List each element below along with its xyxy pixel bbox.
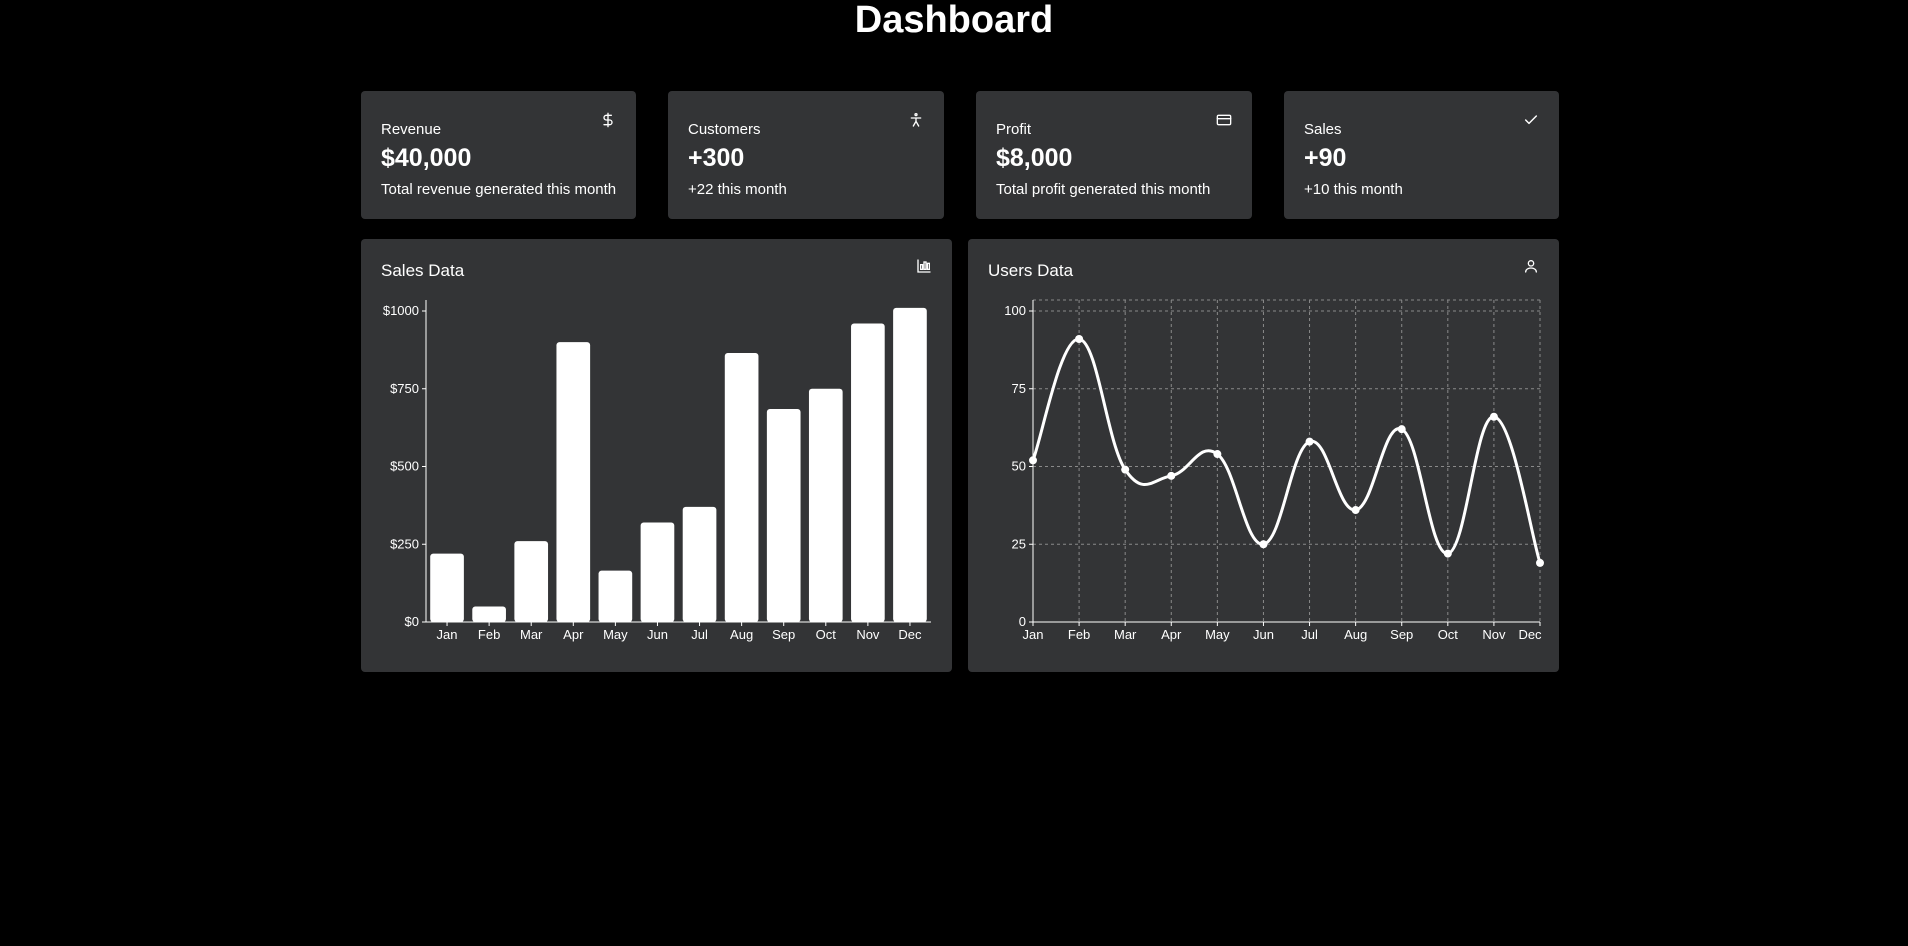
series-line (1031, 337, 1542, 564)
x-tick-label: Dec (1518, 627, 1542, 642)
x-tick-label: Oct (816, 627, 837, 642)
bar (472, 606, 506, 622)
customers-card: Customers +300 +22 this month (668, 91, 944, 219)
x-tick-label: Jun (647, 627, 668, 642)
y-tick-label: $0 (405, 614, 419, 629)
sales-card: Sales +90 +10 this month (1284, 91, 1559, 219)
bar (682, 506, 717, 622)
x-tick-label: Nov (856, 627, 880, 642)
x-tick-label: Oct (1438, 627, 1459, 642)
sales-bar-chart: $0 $250 $500 $750 $1000 Jan Feb Mar Apr May Jun Jul… (383, 300, 931, 642)
y-tick-label: 25 (1012, 536, 1026, 551)
card-title: Profit (996, 121, 1032, 138)
x-tick-label: Mar (1114, 627, 1137, 642)
x-tick-label: Apr (563, 627, 584, 642)
x-tick-label: Jan (437, 627, 458, 642)
card-value: +90 (1304, 144, 1347, 172)
x-tick-label: Jan (1023, 627, 1044, 642)
accessibility-icon (910, 113, 922, 127)
bar (598, 570, 633, 622)
bar (430, 553, 464, 622)
credit-card-icon (1216, 114, 1232, 126)
card-title: Sales (1304, 121, 1342, 138)
users-data-panel: Users Data 0 25 50 75 100 Jan Feb Mar Apr May Jun J… (968, 239, 1559, 672)
data-point (1489, 412, 1498, 421)
bar (893, 307, 927, 622)
y-tick-label: 75 (1012, 381, 1026, 396)
data-point (1167, 471, 1176, 480)
revenue-card: Revenue $40,000 Total revenue generated … (361, 91, 636, 219)
bar (640, 522, 675, 622)
data-point (1443, 549, 1452, 558)
card-subtext: +10 this month (1304, 181, 1403, 198)
check-icon (1524, 115, 1538, 125)
data-point (1351, 506, 1360, 515)
page-title: Dashboard (854, 0, 1054, 41)
profit-card: Profit $8,000 Total profit generated thi… (976, 91, 1252, 219)
y-tick-label: 100 (1004, 303, 1026, 318)
x-tick-label: Aug (1344, 627, 1367, 642)
x-tick-label: Jul (691, 627, 708, 642)
card-title: Customers (688, 121, 761, 138)
data-point (1536, 558, 1544, 567)
data-point (1121, 465, 1130, 474)
card-title: Revenue (381, 121, 442, 138)
users-line-chart: 0255075100Jan Feb Mar Apr May Jun Jul Aug Sep Oct… (1004, 299, 1544, 642)
bar (851, 323, 885, 622)
x-tick-label: Nov (1482, 627, 1506, 642)
x-tick-label: Jul (1301, 627, 1318, 642)
card-subtext: Total profit generated this month (996, 181, 1211, 198)
y-tick-label: $1000 (383, 303, 419, 318)
card-value: $40,000 (381, 144, 472, 172)
data-point (1259, 540, 1268, 549)
data-point (1075, 334, 1084, 343)
bar (556, 342, 591, 622)
data-point (1305, 437, 1314, 446)
y-tick-label: $250 (390, 536, 419, 551)
card-value: +300 (688, 144, 745, 172)
card-subtext: +22 this month (688, 181, 787, 198)
x-tick-label: Dec (898, 627, 922, 642)
y-tick-label: 50 (1012, 459, 1026, 474)
data-point (1029, 456, 1037, 465)
card-value: $8,000 (996, 144, 1073, 172)
x-tick-label: Feb (478, 627, 500, 642)
x-tick-label: Feb (1068, 627, 1090, 642)
card-subtext: Total revenue generated this month (381, 181, 617, 198)
x-tick-label: Jun (1253, 627, 1274, 642)
bar (766, 408, 801, 622)
bar (724, 352, 759, 622)
x-tick-label: May (603, 627, 628, 642)
y-tick-label: $750 (390, 381, 419, 396)
bar (514, 541, 549, 622)
dollar-icon (603, 112, 613, 128)
data-point (1397, 425, 1406, 434)
x-tick-label: Sep (772, 627, 795, 642)
x-tick-label: May (1205, 627, 1230, 642)
bar (808, 388, 843, 622)
y-tick-label: $500 (390, 459, 419, 474)
x-tick-label: Mar (520, 627, 543, 642)
x-tick-label: Sep (1390, 627, 1413, 642)
x-tick-label: Apr (1161, 627, 1182, 642)
sales-data-panel: Sales Data $0 $250 $500 $750 $1000 Jan Feb Mar A… (361, 239, 952, 672)
x-tick-label: Aug (730, 627, 753, 642)
data-point (1213, 450, 1222, 459)
